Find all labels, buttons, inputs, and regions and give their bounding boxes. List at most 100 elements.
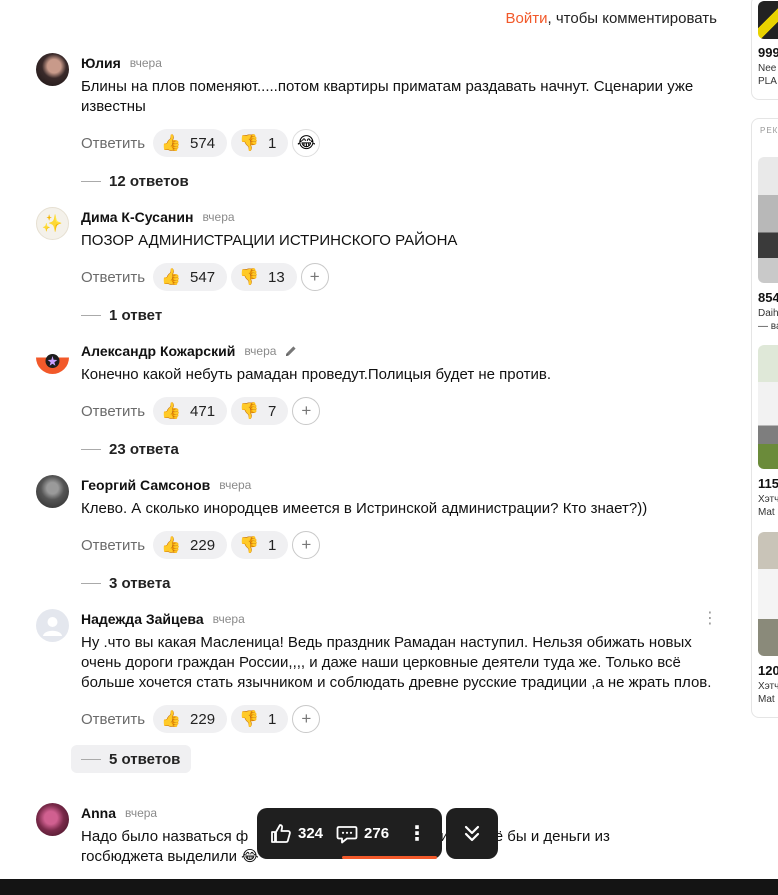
emoji-icon: 😂: [241, 848, 259, 865]
more-options-icon[interactable]: ⋮: [407, 821, 427, 846]
comment-time: вчера: [129, 56, 162, 70]
comment-text: Конечно какой небуть рамадан проведут.По…: [81, 366, 552, 383]
comment-author[interactable]: Anna: [81, 805, 116, 821]
show-replies-button[interactable]: 5 ответов: [71, 745, 191, 773]
more-options-icon[interactable]: ⋮: [702, 611, 718, 627]
active-indicator: [342, 856, 437, 859]
replies-count: 23 ответа: [109, 440, 179, 458]
ad-price: 115: [758, 476, 778, 491]
scroll-down-button[interactable]: [446, 808, 498, 859]
plus-icon: +: [309, 267, 320, 286]
reply-button[interactable]: Ответить: [81, 711, 145, 728]
dislike-count: 13: [268, 268, 285, 286]
comment-author[interactable]: Георгий Самсонов: [81, 477, 210, 493]
dislike-button[interactable]: 👎 1: [231, 705, 289, 733]
avatar[interactable]: [36, 803, 69, 836]
like-button[interactable]: 👍 471: [153, 397, 228, 425]
like-button[interactable]: 👍 574: [153, 129, 228, 157]
like-button[interactable]: 👍 229: [153, 531, 228, 559]
sparkles-icon: ✨: [41, 213, 64, 233]
dislike-button[interactable]: 👎 1: [231, 129, 289, 157]
replies-count: 5 ответов: [109, 750, 181, 768]
thumbs-down-icon: 👎: [239, 269, 259, 286]
thumbs-up-icon: 👍: [161, 403, 182, 420]
ad-image[interactable]: [758, 532, 778, 656]
reply-button[interactable]: Ответить: [81, 537, 145, 554]
comment-text: Блины на плов поменяют.....потом квартир…: [81, 78, 694, 115]
show-replies-button[interactable]: 3 ответа: [81, 571, 726, 595]
laughing-emoji-icon[interactable]: 😂: [292, 129, 321, 157]
show-replies-button[interactable]: 23 ответа: [81, 437, 726, 461]
comment-text: ПОЗОР АДМИНИСТРАЦИИ ИСТРИНСКОГО РАЙОНА: [81, 232, 458, 249]
ad-image[interactable]: [758, 1, 778, 39]
replies-count: 1 ответ: [109, 306, 163, 324]
comments-button[interactable]: 276: [335, 822, 389, 846]
like-post-count: 324: [298, 825, 324, 842]
avatar[interactable]: ✨: [36, 207, 69, 240]
dislike-count: 1: [268, 710, 277, 728]
ads-sidebar: 999 Nee PLA РЕКЛАМА 854 Daih — ва 115 Хэ…: [751, 0, 778, 895]
ad-price: 120: [758, 663, 778, 678]
comment-author[interactable]: Юлия: [81, 55, 121, 71]
dislike-button[interactable]: 👎 1: [231, 531, 289, 559]
like-count: 547: [190, 268, 216, 286]
floating-action-bar: 324 276 ⋮: [257, 808, 442, 859]
double-chevron-down-icon: [464, 825, 480, 841]
like-button[interactable]: 👍 229: [153, 705, 228, 733]
reply-button[interactable]: Ответить: [81, 269, 145, 286]
plus-icon: +: [301, 535, 312, 554]
ad-text: Хэтч: [758, 681, 778, 692]
comment-author[interactable]: Надежда Зайцева: [81, 611, 204, 627]
replies-count: 3 ответа: [109, 574, 171, 592]
add-reaction-button[interactable]: +: [292, 531, 321, 559]
ad-block: РЕКЛАМА 854 Daih — ва 115 Хэтч Mat 120 Х…: [751, 118, 778, 718]
login-link[interactable]: Войти: [506, 10, 548, 27]
ad-image[interactable]: [758, 157, 778, 283]
comment-time: вчера: [125, 806, 158, 820]
comment-time: вчера: [212, 612, 245, 626]
ad-text: Nee: [758, 63, 777, 74]
like-post-button[interactable]: 324: [269, 822, 323, 846]
add-reaction-button[interactable]: +: [292, 397, 321, 425]
comment-author[interactable]: Дима К-Сусанин: [81, 209, 193, 225]
ad-price: 854: [758, 290, 778, 305]
avatar[interactable]: [36, 609, 69, 642]
comment-text: Ну .что вы какая Масленица! Ведь праздни…: [81, 634, 712, 691]
comment-time: вчера: [244, 344, 277, 358]
show-replies-button[interactable]: 1 ответ: [81, 303, 726, 327]
avatar[interactable]: [36, 341, 69, 374]
dislike-button[interactable]: 👎 13: [231, 263, 297, 291]
thumbs-up-icon: 👍: [161, 711, 182, 728]
thumbs-down-icon: 👎: [239, 711, 259, 728]
show-replies-button[interactable]: 12 ответов: [81, 169, 726, 193]
comment-text-line2: госбюджета выделили: [81, 848, 237, 865]
like-count: 229: [190, 710, 216, 728]
ad-text: Mat: [758, 694, 775, 705]
ad-price: 999: [758, 45, 778, 60]
dislike-count: 1: [268, 536, 277, 554]
comment-author[interactable]: Александр Кожарский: [81, 343, 235, 359]
ad-card[interactable]: 999 Nee PLA: [751, 0, 778, 100]
login-suffix: , чтобы комментировать: [547, 10, 718, 27]
like-count: 471: [190, 402, 216, 420]
avatar[interactable]: [36, 475, 69, 508]
add-reaction-button[interactable]: +: [292, 705, 321, 733]
comments-count: 276: [364, 825, 390, 842]
add-reaction-button[interactable]: +: [300, 263, 329, 291]
thumbs-up-icon: [271, 823, 291, 843]
ad-label: РЕКЛАМА: [760, 126, 778, 135]
dislike-count: 7: [268, 402, 277, 420]
dislike-count: 1: [268, 134, 277, 152]
thumbs-up-icon: 👍: [161, 135, 182, 152]
ad-image[interactable]: [758, 345, 778, 469]
avatar[interactable]: [36, 53, 69, 86]
reply-button[interactable]: Ответить: [81, 403, 145, 420]
ad-text: PLA: [758, 76, 777, 87]
reply-button[interactable]: Ответить: [81, 135, 145, 152]
like-button[interactable]: 👍 547: [153, 263, 228, 291]
thumbs-up-icon: 👍: [161, 537, 182, 554]
dislike-button[interactable]: 👎 7: [231, 397, 289, 425]
login-prompt: Войти, чтобы комментировать: [506, 10, 717, 27]
thumbs-up-icon: 👍: [161, 269, 182, 286]
thumbs-down-icon: 👎: [239, 135, 259, 152]
